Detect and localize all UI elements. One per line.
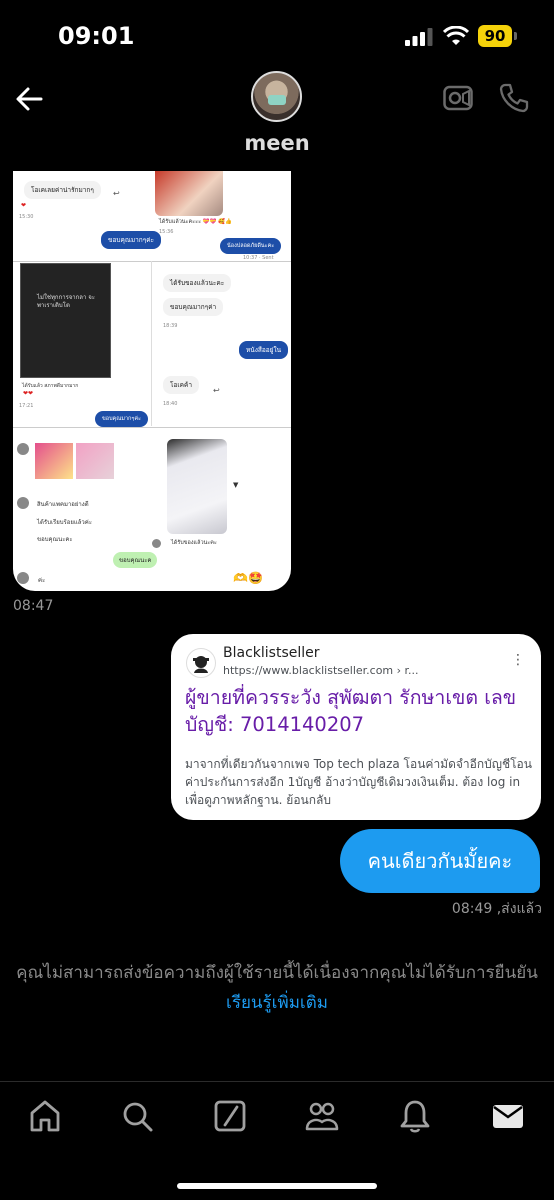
- video-call-icon[interactable]: [443, 85, 473, 111]
- reaction-emoji: 🫶🤩: [233, 571, 263, 585]
- shot-vertical-divider: [151, 261, 152, 426]
- shot-bubble-blue: ขอบคุณมากๆค่ะ: [101, 231, 162, 249]
- shot-photo-clothes: [167, 439, 227, 534]
- shot-avatar: [17, 443, 29, 455]
- compose-icon[interactable]: [213, 1098, 247, 1134]
- shot-photo-pink: [35, 443, 73, 479]
- shot-photo-red: [155, 171, 223, 216]
- messages-icon[interactable]: [491, 1098, 525, 1134]
- cellular-signal-icon: [405, 28, 433, 46]
- shot-bubble: โอเคค้า: [163, 376, 199, 394]
- shot-avatar: [17, 572, 29, 584]
- learn-more-link[interactable]: เรียนรู้เพิ่มเติม: [226, 993, 328, 1013]
- site-name: Blacklistseller: [223, 645, 320, 661]
- shot-caption: ได้รับเรียบร้อยแล้วค่ะ: [37, 519, 93, 526]
- shot-time: 15:36: [159, 229, 174, 235]
- heart-icon: ❤: [21, 202, 27, 209]
- shot-bubble-green: ขอบคุณนะค: [113, 552, 158, 568]
- bottom-nav-divider: [0, 1081, 554, 1082]
- play-icon: ▼: [233, 481, 239, 489]
- shot-caption: ได้รับของแล้วนะคะ: [171, 540, 217, 546]
- heart-icon: ❤❤: [23, 390, 34, 397]
- more-options-icon[interactable]: ⋮: [511, 652, 525, 668]
- home-indicator[interactable]: [177, 1183, 377, 1189]
- shot-bubble-blue: น้องปลอดภัยดีนะคะ: [220, 238, 282, 254]
- reply-icon: ↩: [213, 386, 220, 395]
- shot-bubble-blue: หนังสืออยู่ใน: [239, 341, 289, 359]
- shot-caption: สินค้าแพคมาอย่างดี: [37, 501, 89, 508]
- shot-bubble: ได้รับของแล้วนะคะ: [163, 274, 232, 292]
- shot-time: 18:40: [163, 401, 178, 407]
- shot-bubble: ขอบคุณมากๆค่า: [163, 298, 224, 316]
- shot-avatar: [17, 497, 29, 509]
- notifications-icon[interactable]: [398, 1098, 432, 1134]
- wifi-icon: [443, 26, 469, 45]
- shot-caption: ได้รับแล้วนะคะะะ 💝💝 🥰👍: [159, 219, 232, 225]
- home-icon[interactable]: [28, 1098, 62, 1134]
- shot-photo-pink: [76, 443, 114, 479]
- site-url: https://www.blacklistseller.com › r...: [223, 664, 419, 677]
- cannot-message-notice: คุณไม่สามารถส่งข้อความถึงผู้ใช้รายนี้ได้…: [0, 958, 554, 1018]
- message-time: 08:47: [13, 598, 54, 614]
- shot-caption: ขอบคุณนะคะ: [37, 536, 73, 543]
- status-time: 09:01: [58, 22, 135, 50]
- communities-icon[interactable]: [305, 1098, 339, 1134]
- sent-message-bubble[interactable]: คนเดียวกันมั้ยคะ: [340, 829, 540, 893]
- link-preview-card[interactable]: Blacklistseller https://www.blacklistsel…: [171, 634, 541, 820]
- sent-message-meta: 08:49 ,ส่งแล้ว: [451, 901, 542, 917]
- shot-divider: [13, 261, 291, 262]
- shot-time: 15:30: [19, 214, 34, 220]
- back-arrow-icon[interactable]: [14, 84, 44, 114]
- shot-caption: ได้รับแล้ว สภาพดีมากมาก: [22, 383, 79, 389]
- battery-level: 90: [478, 25, 512, 47]
- link-title[interactable]: ผู้ขายที่ควรระวัง สุพัฒตา รักษาเขต เลขบั…: [185, 684, 530, 738]
- phone-call-icon[interactable]: [498, 82, 530, 114]
- shot-book-photo: ไม่ใช่ทุกการจากลา จะพาเราเติบโต: [20, 263, 111, 378]
- shot-bubble: โอเคเลยค่าน่ารักมากๆ: [24, 181, 101, 199]
- shared-screenshot-image[interactable]: โอเคเลยค่าน่ารักมากๆ ↩ ❤ 15:30 ได้รับแล้…: [13, 171, 291, 591]
- battery-cap: [514, 32, 517, 40]
- shot-book-title: ไม่ใช่ทุกการจากลา จะพาเราเติบโต: [37, 294, 95, 309]
- shot-avatar: [152, 539, 161, 548]
- link-snippet: มาจากที่เดียวกันจากเพจ Top tech plaza โอ…: [185, 757, 532, 807]
- reply-icon: ↩: [113, 189, 120, 198]
- shot-caption: ค่ะ: [38, 577, 46, 584]
- notice-text: คุณไม่สามารถส่งข้อความถึงผู้ใช้รายนี้ได้…: [16, 963, 538, 983]
- shot-time: 18:39: [163, 323, 178, 329]
- contact-name[interactable]: meen: [0, 131, 554, 155]
- search-icon[interactable]: [120, 1098, 154, 1134]
- shot-divider: [13, 427, 291, 428]
- shot-time: 17:21: [19, 403, 34, 409]
- site-favicon-icon: [186, 648, 216, 678]
- shot-bubble-blue: ขอบคุณมากๆค่ะ: [95, 411, 148, 427]
- avatar[interactable]: [251, 71, 302, 122]
